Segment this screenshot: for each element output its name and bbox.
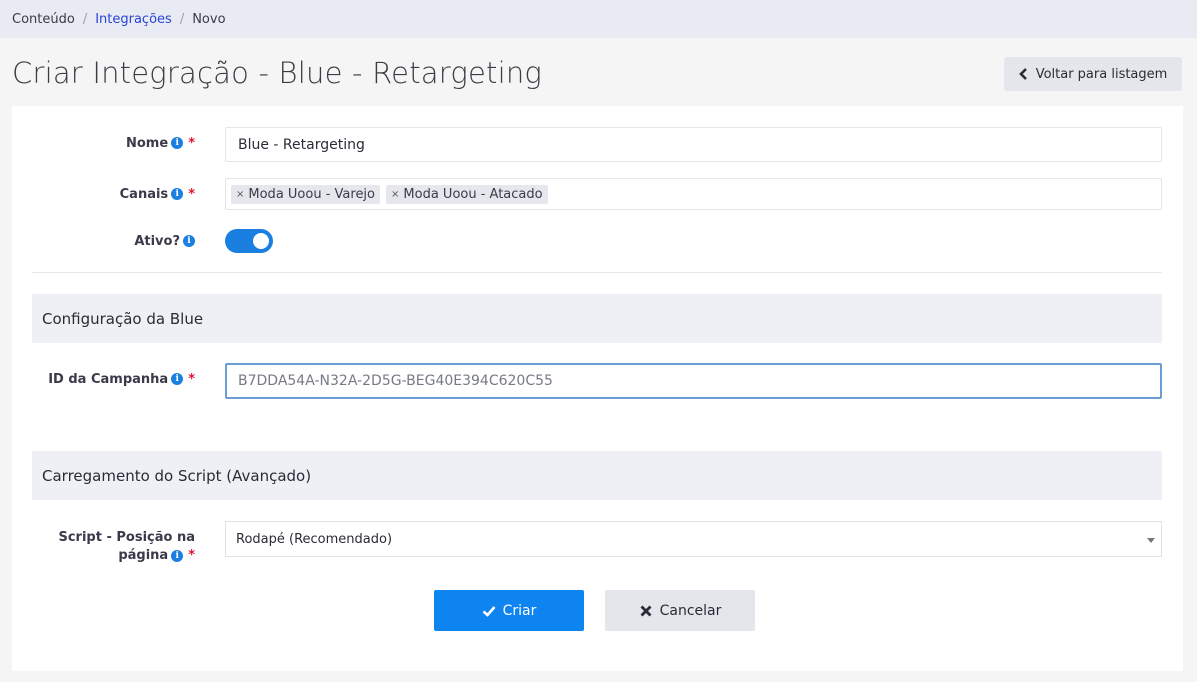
channel-tag: × Moda Uoou - Varejo [231, 184, 381, 204]
page-title: Criar Integração - Blue - Retargeting [12, 56, 543, 90]
info-icon[interactable]: i [171, 137, 184, 149]
script-position-label: Script - Posição na página i * [58, 530, 195, 563]
check-icon [482, 605, 496, 617]
canais-label: Canais i * [119, 186, 195, 202]
ativo-toggle[interactable] [225, 229, 273, 253]
chevron-down-icon [1147, 538, 1155, 543]
back-to-list-button[interactable]: Voltar para listagem [1004, 57, 1182, 91]
create-button-label: Criar [502, 602, 537, 619]
canais-multiselect[interactable]: × Moda Uoou - Varejo × Moda Uoou - Ataca… [225, 178, 1162, 210]
nome-input[interactable]: Blue - Retargeting [225, 127, 1162, 162]
script-position-select[interactable]: Rodapé (Recomendado) [225, 521, 1162, 557]
section-script-loading: Carregamento do Script (Avançado) [32, 451, 1162, 500]
close-icon [640, 605, 652, 616]
section-blue-config: Configuração da Blue [32, 294, 1162, 343]
script-position-value: Rodapé (Recomendado) [236, 531, 393, 547]
breadcrumb: Conteúdo / Integrações / Novo [0, 0, 1197, 38]
breadcrumb-current: Novo [192, 11, 226, 27]
info-icon[interactable]: i [171, 550, 184, 562]
nome-label: Nome i * [126, 135, 195, 151]
ativo-label: Ativo? i [32, 232, 195, 250]
campanha-label: ID da Campanha i * [48, 371, 195, 387]
breadcrumb-conteudo[interactable]: Conteúdo [12, 12, 75, 27]
info-icon[interactable]: i [171, 188, 184, 200]
channel-tag: × Moda Uoou - Atacado [386, 184, 548, 204]
required-mark: * [188, 548, 195, 563]
breadcrumb-separator: / [82, 11, 88, 27]
nome-value: Blue - Retargeting [238, 136, 365, 153]
required-mark: * [188, 186, 195, 202]
remove-tag-icon[interactable]: × [236, 189, 244, 200]
required-mark: * [188, 371, 195, 387]
channel-tag-label: Moda Uoou - Varejo [248, 186, 376, 202]
remove-tag-icon[interactable]: × [391, 189, 399, 200]
divider [32, 272, 1162, 273]
cancel-button-label: Cancelar [659, 602, 722, 619]
chevron-left-icon [1018, 68, 1027, 80]
campanha-id-input[interactable]: B7DDA54A-N32A-2D5G-BEG40E394C620C55 [225, 363, 1162, 399]
back-button-label: Voltar para listagem [1035, 66, 1168, 82]
breadcrumb-integracoes[interactable]: Integrações [95, 12, 172, 27]
create-button[interactable]: Criar [434, 590, 584, 631]
required-mark: * [188, 135, 195, 151]
info-icon[interactable]: i [183, 235, 195, 247]
channel-tag-label: Moda Uoou - Atacado [403, 186, 543, 202]
cancel-button[interactable]: Cancelar [605, 590, 755, 631]
campanha-placeholder: B7DDA54A-N32A-2D5G-BEG40E394C620C55 [238, 373, 553, 389]
toggle-knob [253, 233, 269, 249]
info-icon[interactable]: i [171, 373, 184, 385]
breadcrumb-separator: / [179, 11, 185, 27]
